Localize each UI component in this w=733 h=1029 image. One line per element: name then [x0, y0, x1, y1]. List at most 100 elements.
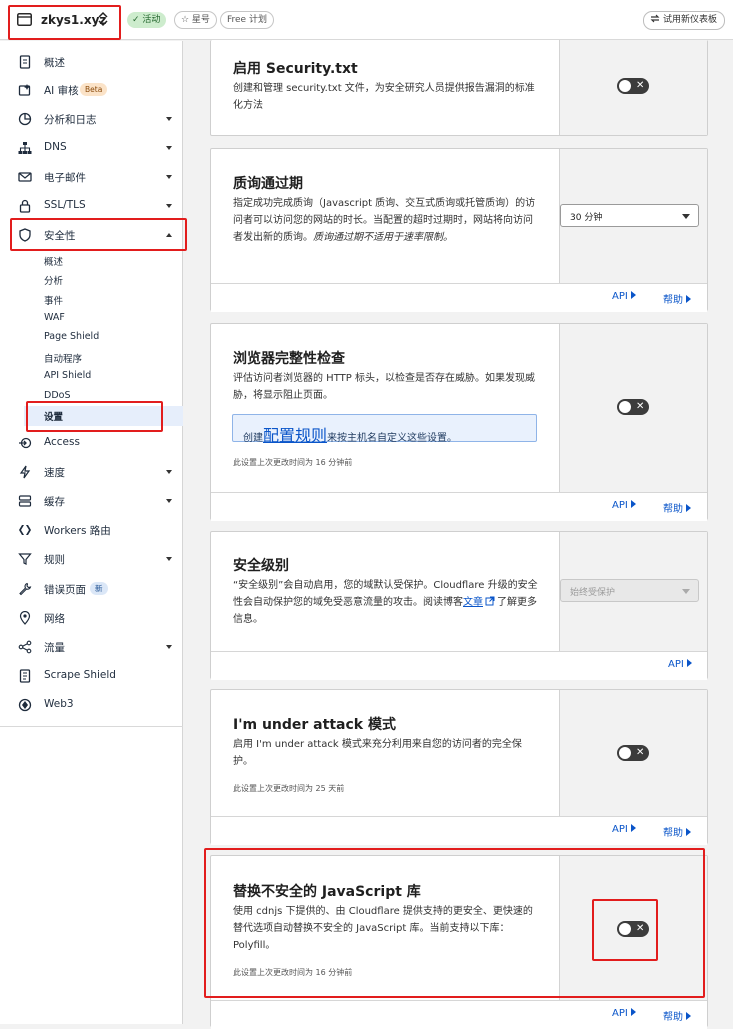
sidebar-item-label: 速度 — [44, 467, 65, 479]
close-icon: ✕ — [636, 401, 645, 412]
card-security-level: 安全级别 “安全级别”会自动启用，您的域默认受保护。Cloudflare 升级的… — [210, 531, 708, 680]
sidebar-item-analytics-logs[interactable]: 分析和日志 — [0, 108, 183, 130]
sidebar-item-dns[interactable]: DNS — [0, 137, 183, 159]
api-label: API — [612, 824, 628, 835]
select-value: 30 分钟 — [570, 213, 603, 223]
caret-down-icon — [166, 557, 172, 561]
sub-item-waf[interactable]: WAF — [44, 312, 65, 323]
location-icon — [19, 611, 31, 625]
access-icon — [19, 437, 32, 449]
select-value: 始终受保护 — [570, 588, 616, 598]
card-description: 创建和管理 security.txt 文件，为安全研究人员提供报告漏洞的标准化方… — [233, 83, 535, 111]
sub-item-bots[interactable]: 自动程序 — [44, 351, 82, 365]
api-link[interactable]: API — [612, 1008, 636, 1019]
last-changed-text: 此设置上次更改时间为 25 天前 — [233, 784, 345, 793]
sidebar-item-traffic[interactable]: 流量 — [0, 636, 183, 658]
sub-item-analytics[interactable]: 分析 — [44, 273, 63, 287]
sidebar-item-ai-audit[interactable]: AI 审核 Beta — [0, 79, 183, 101]
help-link[interactable]: 帮助 — [663, 500, 691, 515]
card-title: 安全级别 — [233, 558, 289, 574]
blog-article-link[interactable]: 文章 — [463, 597, 483, 608]
card-description: 评估访问者浏览器的 HTTP 标头，以检查是否存在威胁。如果发现威胁，将显示阻止… — [233, 373, 535, 401]
triangle-right-icon — [686, 828, 691, 836]
domain-selector-highlight[interactable] — [8, 5, 121, 40]
card-description: 指定成功完成质询（Javascript 质询、交互式质询或托管质询）的访问者可以… — [233, 195, 539, 246]
chevron-down-icon — [682, 589, 690, 594]
info-prefix: 创建 — [243, 433, 263, 444]
workers-icon — [19, 525, 31, 535]
toggle-knob — [619, 747, 631, 759]
sidebar-item-label: DNS — [44, 141, 67, 153]
api-link[interactable]: API — [668, 659, 692, 670]
ai-audit-icon — [18, 84, 31, 96]
card-footer: API 帮助 — [211, 1000, 707, 1029]
funnel-icon — [18, 553, 32, 565]
api-link[interactable]: API — [612, 291, 636, 302]
api-link[interactable]: API — [612, 500, 636, 511]
sub-item-overview[interactable]: 概述 — [44, 254, 63, 268]
triangle-right-icon — [630, 500, 636, 508]
sidebar: 概述 AI 审核 Beta 分析和日志 DNS 电子邮件 SSL/TLS 安全性… — [0, 41, 187, 1024]
card-description: “安全级别”会自动启用，您的域默认受保护。Cloudflare 升级的安全性会自… — [233, 577, 539, 628]
sub-item-api-shield[interactable]: API Shield — [44, 370, 91, 381]
sidebar-item-ssl-tls[interactable]: SSL/TLS — [0, 195, 183, 217]
toggle-knob — [619, 401, 631, 413]
api-label: API — [668, 659, 684, 670]
card-description: 启用 I'm under attack 模式来充分利用来自您的访问者的完全保护。 — [233, 739, 522, 767]
help-label: 帮助 — [663, 504, 683, 515]
document-icon — [19, 55, 31, 69]
status-badge: ✓ 活动 — [127, 12, 167, 28]
switch-icon — [650, 14, 660, 23]
top-bar: zkys1.xyz ✓ 活动 ☆ 星号 Free 计划 试用新仪表板 — [0, 0, 733, 40]
lightning-icon — [19, 465, 31, 479]
external-link-icon[interactable] — [485, 596, 495, 606]
sub-item-page-shield[interactable]: Page Shield — [44, 331, 99, 342]
help-link[interactable]: 帮助 — [663, 824, 691, 839]
new-badge: 新 — [90, 582, 108, 595]
sidebar-item-label: 错误页面 — [44, 584, 86, 596]
sidebar-item-web3[interactable]: Web3 — [0, 694, 183, 716]
sidebar-item-label: 规则 — [44, 554, 65, 566]
sidebar-item-access[interactable]: Access — [0, 432, 183, 454]
config-rules-link[interactable]: 配置规则 — [263, 426, 327, 445]
try-new-dashboard-button[interactable]: 试用新仪表板 — [643, 11, 725, 30]
storage-icon — [18, 495, 32, 507]
sidebar-item-label: AI 审核 — [44, 85, 79, 97]
sidebar-item-speed[interactable]: 速度 — [0, 461, 183, 483]
sidebar-divider — [0, 726, 183, 727]
sidebar-item-label: 流量 — [44, 642, 65, 654]
sidebar-item-label: 分析和日志 — [44, 114, 97, 126]
help-link[interactable]: 帮助 — [663, 1008, 691, 1023]
sidebar-item-network[interactable]: 网络 — [0, 607, 183, 629]
scrape-icon — [19, 669, 31, 683]
sidebar-item-scrape-shield[interactable]: Scrape Shield — [0, 665, 183, 687]
sidebar-item-cache[interactable]: 缓存 — [0, 490, 183, 512]
sidebar-item-rules[interactable]: 规则 — [0, 548, 183, 570]
api-link[interactable]: API — [612, 824, 636, 835]
triangle-right-icon — [630, 1008, 636, 1016]
triangle-right-icon — [686, 504, 691, 512]
caret-down-icon — [166, 499, 172, 503]
mail-icon — [18, 172, 32, 182]
card-footer: API 帮助 — [211, 283, 707, 312]
sidebar-item-workers-routes[interactable]: Workers 路由 — [0, 519, 183, 541]
info-suffix: 来按主机名自定义这些设置。 — [327, 433, 458, 444]
security-txt-toggle[interactable]: ✕ — [617, 78, 649, 94]
chevron-down-icon — [682, 214, 690, 219]
under-attack-toggle[interactable]: ✕ — [617, 745, 649, 761]
caret-down-icon — [166, 117, 172, 121]
sub-item-ddos[interactable]: DDoS — [44, 390, 70, 401]
sidebar-item-label: Scrape Shield — [44, 669, 116, 681]
sidebar-item-error-pages[interactable]: 错误页面 新 — [0, 578, 183, 600]
triangle-right-icon — [686, 1012, 691, 1020]
help-link[interactable]: 帮助 — [663, 291, 691, 306]
challenge-passage-select[interactable]: 30 分钟 — [560, 204, 699, 227]
triangle-right-icon — [686, 659, 692, 667]
sidebar-item-email[interactable]: 电子邮件 — [0, 166, 183, 188]
plan-badge[interactable]: Free 计划 — [220, 11, 274, 29]
sidebar-item-overview[interactable]: 概述 — [0, 51, 183, 73]
sub-item-events[interactable]: 事件 — [44, 293, 63, 307]
browser-integrity-toggle[interactable]: ✕ — [617, 399, 649, 415]
star-button[interactable]: ☆ 星号 — [174, 11, 217, 29]
close-icon: ✕ — [636, 80, 645, 91]
